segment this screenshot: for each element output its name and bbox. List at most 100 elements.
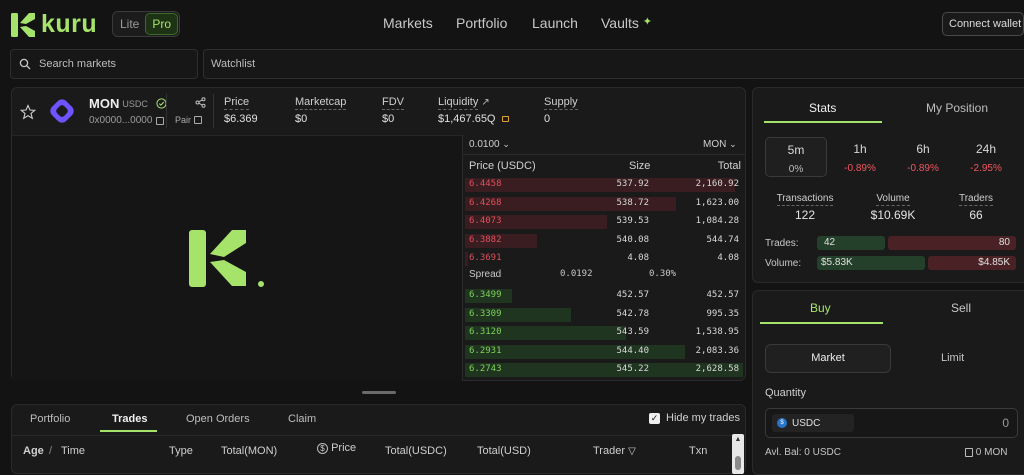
bid-size: 543.59 <box>616 327 649 338</box>
metric-traders: Traders 66 <box>944 192 1008 222</box>
bid-row[interactable]: 6.3120 543.59 1,538.95 <box>465 325 745 341</box>
bid-size: 452.57 <box>616 290 649 300</box>
tab-my-position[interactable]: My Position <box>926 101 988 115</box>
col-time[interactable]: Time <box>61 445 85 457</box>
brand-name: kuru <box>41 10 98 38</box>
mode-lite-option[interactable]: Lite <box>116 17 139 31</box>
divider <box>12 435 745 436</box>
ask-row[interactable]: 6.4268 538.72 1,623.00 <box>465 196 745 211</box>
ask-total: 1,623.00 <box>695 197 739 208</box>
tab-claim[interactable]: Claim <box>288 413 316 425</box>
ask-row[interactable]: 6.4073 539.53 1,084.28 <box>465 214 745 230</box>
stat-supply-value: 0 <box>544 113 551 125</box>
stat-marketcap-label: Marketcap <box>295 96 347 110</box>
scroll-thumb[interactable] <box>735 456 741 470</box>
divider <box>462 135 463 381</box>
pair-copy[interactable]: Pair <box>175 115 203 125</box>
ob-header-total: Total <box>717 160 741 172</box>
volume-buy-bar: $5.83K <box>817 256 925 270</box>
order-type-limit[interactable]: Limit <box>941 352 964 364</box>
checkbox-checked-icon[interactable]: ✓ <box>649 412 660 424</box>
mon-balance-value: 0 MON <box>975 447 1008 458</box>
sparkle-icon: ✦ <box>642 16 652 28</box>
brand-logo[interactable]: kuru <box>10 10 97 39</box>
price-chart[interactable] <box>12 135 462 381</box>
tick-size-value: 0.0100 <box>469 139 500 150</box>
col-total-usd: Total(USD) <box>477 445 531 457</box>
ask-size: 537.92 <box>616 179 649 189</box>
ask-row[interactable]: 6.3691 4.08 4.08 <box>465 251 745 267</box>
bid-price: 6.3120 <box>469 327 502 338</box>
stat-marketcap: Marketcap $0 <box>295 96 347 125</box>
lock-icon <box>501 116 509 123</box>
bid-row[interactable]: 6.2931 544.40 2,083.36 <box>465 344 745 359</box>
stat-price: Price $6.369 <box>224 96 258 125</box>
quantity-label: Quantity <box>765 387 806 399</box>
order-type-market[interactable]: Market <box>765 344 891 373</box>
quantity-field[interactable]: $ USDC 0 <box>765 408 1018 438</box>
hide-my-trades-label: Hide my trades <box>666 412 740 424</box>
col-price[interactable]: $ Price <box>317 442 356 454</box>
watchlist-bar[interactable]: Watchlist <box>203 49 1024 79</box>
external-link-icon[interactable]: ↗ <box>481 97 489 108</box>
bid-row[interactable]: 6.3499 452.57 452.57 <box>465 288 745 303</box>
ask-row[interactable]: 6.3882 540.08 544.74 <box>465 233 745 248</box>
token-select[interactable]: $ USDC <box>772 414 854 432</box>
timeframe-6h[interactable]: 6h -0.89% <box>892 137 954 177</box>
quantity-input[interactable]: 0 <box>1002 416 1009 430</box>
scroll-up-icon[interactable]: ▲ <box>732 434 744 446</box>
stat-marketcap-value: $0 <box>295 113 308 125</box>
timeframe-1h[interactable]: 1h -0.89% <box>829 137 891 177</box>
pair-label: Pair <box>175 115 192 125</box>
tick-size-select[interactable]: 0.0100 ⌄ <box>469 139 510 150</box>
col-trader-label: Trader <box>593 445 625 457</box>
timeframe-5m[interactable]: 5m 0% <box>765 137 827 177</box>
nav-launch[interactable]: Launch <box>532 15 578 31</box>
filter-icon[interactable]: ▽ <box>628 446 636 457</box>
hide-my-trades-toggle[interactable]: ✓ Hide my trades <box>649 412 740 424</box>
tab-stats[interactable]: Stats <box>809 101 836 115</box>
nav-vaults[interactable]: Vaults ✦ <box>601 15 652 31</box>
ask-depth-bar <box>465 178 735 192</box>
tab-trades[interactable]: Trades <box>112 413 147 425</box>
col-trader[interactable]: Trader ▽ <box>593 445 636 457</box>
copy-address-icon[interactable] <box>156 116 165 125</box>
mode-toggle[interactable]: Lite Pro <box>112 11 180 37</box>
col-age[interactable]: Age <box>23 445 44 457</box>
copy-pair-icon <box>194 116 203 124</box>
bid-row[interactable]: 6.2743 545.22 2,628.58 <box>465 362 745 378</box>
timeframe-24h[interactable]: 24h -2.95% <box>955 137 1017 177</box>
metric-volume: Volume $10.69K <box>861 192 925 222</box>
metric-label: Transactions <box>776 193 834 206</box>
bid-row[interactable]: 6.3309 542.78 995.35 <box>465 307 745 322</box>
resize-handle[interactable] <box>362 391 396 394</box>
nav-markets[interactable]: Markets <box>383 15 433 31</box>
tab-buy[interactable]: Buy <box>810 301 831 315</box>
share-icon[interactable] <box>195 97 206 108</box>
col-total-usdc: Total(USDC) <box>385 445 447 457</box>
fuel-icon <box>965 447 973 457</box>
stat-fdv-label: FDV <box>382 96 404 110</box>
search-markets[interactable]: Search markets <box>10 49 198 79</box>
connect-wallet-button[interactable]: Connect wallet <box>942 12 1024 36</box>
trades-buy-bar: 42 <box>817 236 885 250</box>
mode-pro-option[interactable]: Pro <box>145 13 179 35</box>
tab-open-orders[interactable]: Open Orders <box>186 413 250 425</box>
ask-row[interactable]: 6.4458 537.92 2,160.92 <box>465 177 745 192</box>
volume-ratio-label: Volume: <box>765 258 802 269</box>
chart-placeholder-logo <box>189 230 264 287</box>
timeframe-change: 0% <box>788 164 804 175</box>
divider <box>463 154 746 155</box>
trade-panel: Buy Sell Market Limit Quantity $ USDC 0 … <box>752 290 1024 475</box>
scrollbar[interactable]: ▲ <box>732 434 744 474</box>
unit-select[interactable]: MON ⌄ <box>703 139 737 150</box>
timeframe-change: -0.89% <box>907 163 939 174</box>
col-txn: Txn <box>689 445 708 457</box>
tab-portfolio[interactable]: Portfolio <box>30 413 70 425</box>
tab-sell[interactable]: Sell <box>951 301 971 315</box>
nav-portfolio[interactable]: Portfolio <box>456 15 507 31</box>
chevron-down-icon: ⌄ <box>502 139 510 149</box>
bid-size: 544.40 <box>616 345 649 356</box>
star-icon[interactable] <box>20 104 36 120</box>
stat-liquidity-value: $1,467.65Q <box>438 113 496 125</box>
